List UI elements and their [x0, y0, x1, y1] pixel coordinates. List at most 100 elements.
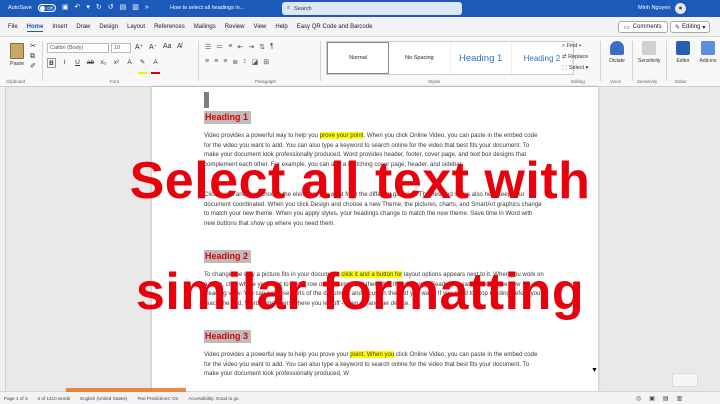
view-controls: ◎ ▣ ▤ ▥ [636, 395, 682, 402]
document-icon[interactable]: ▤ [120, 4, 127, 12]
tab-mailings[interactable]: Mailings [194, 24, 216, 32]
select-button[interactable]: ⬚ Select ▾ [562, 63, 588, 74]
style-heading-1[interactable]: Heading 1 [451, 42, 512, 74]
chevron-down-icon: ▾ [702, 24, 706, 31]
para1-text: Video provides a powerful way to help yo… [204, 132, 320, 139]
tab-home[interactable]: Home [26, 24, 44, 32]
find-button[interactable]: ⌕ Find ▾ [562, 41, 588, 52]
replace-button[interactable]: ⇄ Replace [562, 52, 588, 63]
customize-toolbar-icon[interactable]: » [145, 4, 149, 12]
bullets-icon[interactable]: ☰ [205, 43, 211, 51]
undo-dropdown-icon[interactable]: ▾ [86, 4, 90, 12]
font-name-select[interactable]: Calibri (Body) [47, 43, 109, 53]
autosave-toggle[interactable]: Off [37, 4, 56, 12]
addins-button[interactable]: Add-ins [697, 41, 719, 64]
style-no-spacing[interactable]: No Spacing [389, 42, 451, 74]
save-icon[interactable]: ▣ [62, 4, 69, 12]
read-mode-icon[interactable]: ▣ [649, 395, 655, 402]
tab-easy-qr-code-and-barcode[interactable]: Easy QR Code and Barcode [297, 24, 373, 32]
subscript-icon[interactable]: x₂ [99, 58, 108, 68]
avatar[interactable]: ● [675, 3, 686, 14]
multilevel-list-icon[interactable]: ≡ [228, 43, 232, 51]
decrease-indent-icon[interactable]: ⇤ [237, 43, 243, 51]
scroll-control[interactable] [672, 373, 698, 387]
heading-1[interactable]: Heading 1 [204, 111, 252, 124]
shading-icon[interactable]: ◪ [252, 58, 259, 66]
paragraph-3[interactable]: Video provides a powerful way to help yo… [204, 350, 544, 379]
para1-highlight: prove your point [319, 132, 364, 139]
grow-font-icon[interactable]: A⁺ [135, 43, 143, 51]
sensitivity-button[interactable]: Sensitivity [638, 41, 661, 64]
search-box[interactable]: ⌕ Search [282, 2, 462, 15]
bold-icon[interactable]: B [47, 58, 56, 68]
tab-file[interactable]: File [8, 24, 18, 32]
paragraph-mark-icon[interactable]: ¶ [270, 43, 274, 51]
font-color-swatch [151, 72, 160, 74]
refresh-icon[interactable]: ↺ [108, 4, 114, 12]
justify-icon[interactable]: ≣ [232, 58, 238, 66]
sort-icon[interactable]: ⇅ [259, 43, 265, 51]
status-items: Page 1 of 3 6 of 1410 words English (Unite… [4, 396, 239, 401]
italic-icon[interactable]: I [60, 58, 69, 68]
divider [198, 41, 199, 81]
strikethrough-icon[interactable]: ab [86, 58, 95, 68]
align-left-icon[interactable]: ≡ [205, 58, 209, 66]
undo-icon[interactable]: ↶ [74, 4, 80, 12]
print-icon[interactable]: ▥ [132, 4, 139, 12]
align-center-icon[interactable]: ≡ [214, 58, 218, 66]
search-placeholder: Search [294, 5, 312, 12]
borders-icon[interactable]: ⊞ [263, 58, 269, 66]
format-painter-icon[interactable]: ✐ [30, 63, 36, 71]
status-item[interactable]: English (United States) [80, 396, 127, 401]
style-normal[interactable]: Normal [327, 42, 390, 74]
comments-button[interactable]: ▭ Comments [618, 21, 668, 33]
status-item[interactable]: Text Predictions: On [137, 396, 178, 401]
editor-button[interactable]: Editor [672, 41, 694, 64]
clear-format-icon[interactable]: A̸ [177, 43, 182, 50]
web-layout-icon[interactable]: ▥ [677, 395, 683, 402]
comment-icon: ▭ [624, 24, 630, 31]
focus-icon[interactable]: ◎ [636, 395, 641, 402]
cut-icon[interactable]: ✂ [30, 43, 36, 51]
font-size-select[interactable]: 10 [111, 43, 131, 53]
font-color-icon[interactable]: A [151, 58, 160, 74]
toggle-knob [39, 5, 45, 11]
status-item[interactable]: Accessibility: Good to go [188, 396, 238, 401]
mouse-cursor-icon: ▼ [591, 367, 598, 374]
editor-group-label: Editor [675, 79, 687, 84]
tab-view[interactable]: View [253, 24, 266, 32]
tab-insert[interactable]: Insert [52, 24, 67, 32]
sensitivity-group-label: Sensitivity [637, 79, 658, 84]
tab-list: File Home Insert Draw Design Layout References… [8, 24, 372, 32]
redo-icon[interactable]: ↻ [96, 4, 102, 12]
increase-indent-icon[interactable]: ⇥ [248, 43, 254, 51]
highlight-icon[interactable]: ✎ [138, 58, 147, 74]
styles-gallery: Normal No Spacing Heading 1 Heading 2 [326, 41, 574, 75]
heading-3[interactable]: Heading 3 [204, 330, 252, 343]
print-layout-icon[interactable]: ▤ [663, 395, 669, 402]
tab-help[interactable]: Help [275, 24, 287, 32]
superscript-icon[interactable]: x² [112, 58, 121, 68]
status-item[interactable]: 6 of 1410 words [38, 396, 71, 401]
document-page[interactable]: Heading 1 Video provides a powerful way … [152, 87, 598, 391]
line-spacing-icon[interactable]: ↕ [243, 58, 247, 66]
shrink-font-icon[interactable]: A⁻ [149, 43, 157, 51]
dictate-button[interactable]: Dictate [606, 41, 628, 64]
status-item[interactable]: Page 1 of 3 [4, 396, 28, 401]
change-case-icon[interactable]: Aa [163, 43, 172, 50]
user-name[interactable]: Minh Nguyen [638, 5, 670, 11]
tab-review[interactable]: Review [225, 24, 245, 32]
underline-icon[interactable]: U [73, 58, 82, 68]
copy-icon[interactable]: ⧉ [30, 53, 35, 61]
paste-button[interactable]: Paste [8, 43, 26, 67]
paragraph-group-label: Paragraph [255, 79, 277, 84]
tab-draw[interactable]: Draw [76, 24, 90, 32]
editing-mode-button[interactable]: ✎ Editing ▾ [670, 21, 711, 33]
tab-design[interactable]: Design [99, 24, 118, 32]
tab-layout[interactable]: Layout [127, 24, 145, 32]
align-right-icon[interactable]: ≡ [223, 58, 227, 66]
numbering-icon[interactable]: ≔ [216, 43, 223, 51]
text-effects-icon[interactable]: A [125, 58, 134, 68]
tab-references[interactable]: References [154, 24, 185, 32]
search-icon: ⌕ [287, 5, 291, 11]
